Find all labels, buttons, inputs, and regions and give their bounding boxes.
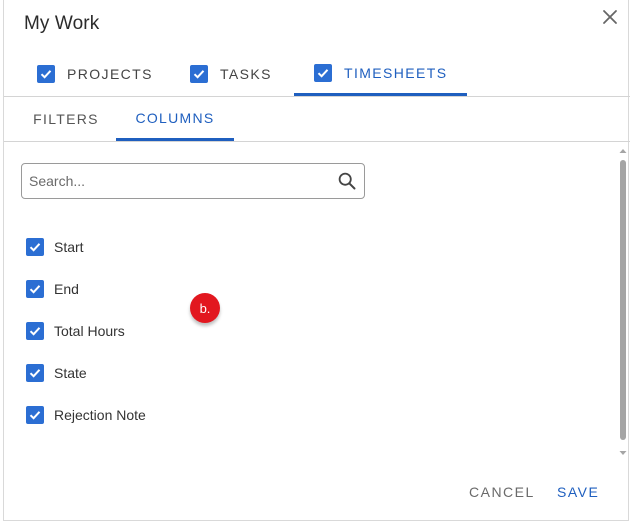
column-checkbox[interactable] [26, 238, 44, 256]
column-checkbox[interactable] [26, 280, 44, 298]
checkmark-icon [193, 70, 205, 79]
scrollbar-thumb[interactable] [620, 160, 626, 440]
search-icon[interactable] [338, 172, 356, 190]
tab-projects[interactable]: PROJECTS [37, 52, 153, 96]
column-checkbox[interactable] [26, 322, 44, 340]
column-item-state[interactable]: State [26, 352, 426, 394]
checkmark-icon [40, 70, 52, 79]
checkmark-icon [29, 285, 41, 294]
tab-projects-label: PROJECTS [67, 66, 153, 82]
column-label: Start [54, 239, 84, 255]
column-label: Rejection Note [54, 407, 146, 423]
checkmark-icon [29, 327, 41, 336]
cancel-button[interactable]: CANCEL [469, 484, 535, 500]
close-icon [603, 10, 617, 24]
scrollbar[interactable] [618, 146, 628, 458]
column-label: End [54, 281, 79, 297]
column-label: State [54, 365, 87, 381]
tasks-checkbox[interactable] [190, 65, 208, 83]
main-tabs: PROJECTS TASKS TIMESHEETS [4, 52, 630, 96]
column-label: Total Hours [54, 323, 125, 339]
checkmark-icon [29, 243, 41, 252]
column-item-total-hours[interactable]: Total Hours [26, 310, 426, 352]
column-list: Start End Total Hours State Rejection No… [26, 226, 426, 436]
projects-checkbox[interactable] [37, 65, 55, 83]
tab-timesheets-label: TIMESHEETS [344, 64, 448, 81]
search-box [21, 163, 365, 199]
tab-tasks-label: TASKS [220, 66, 272, 82]
checkmark-icon [317, 68, 329, 78]
my-work-dialog: My Work PROJECTS TASKS TIMESHEETS FILTER… [3, 0, 630, 521]
checkmark-icon [29, 411, 41, 420]
dialog-title: My Work [24, 13, 100, 34]
column-checkbox[interactable] [26, 406, 44, 424]
close-button[interactable] [600, 7, 620, 27]
annotation-badge: b. [190, 293, 220, 323]
column-item-end[interactable]: End [26, 268, 426, 310]
scroll-down-arrow-icon[interactable] [618, 448, 628, 458]
timesheets-checkbox[interactable] [314, 63, 332, 82]
save-button[interactable]: SAVE [557, 484, 599, 500]
column-item-start[interactable]: Start [26, 226, 426, 268]
search-input[interactable] [29, 173, 319, 189]
tab-timesheets[interactable]: TIMESHEETS [294, 52, 467, 96]
tab-tasks[interactable]: TASKS [190, 52, 272, 96]
checkmark-icon [29, 369, 41, 378]
column-checkbox[interactable] [26, 364, 44, 382]
tab-filters[interactable]: FILTERS [20, 97, 112, 141]
tab-columns[interactable]: COLUMNS [116, 97, 234, 141]
column-item-rejection-note[interactable]: Rejection Note [26, 394, 426, 436]
sub-tab-divider [4, 141, 630, 142]
scroll-up-arrow-icon[interactable] [618, 146, 628, 156]
sub-tabs: FILTERS COLUMNS [4, 97, 630, 141]
